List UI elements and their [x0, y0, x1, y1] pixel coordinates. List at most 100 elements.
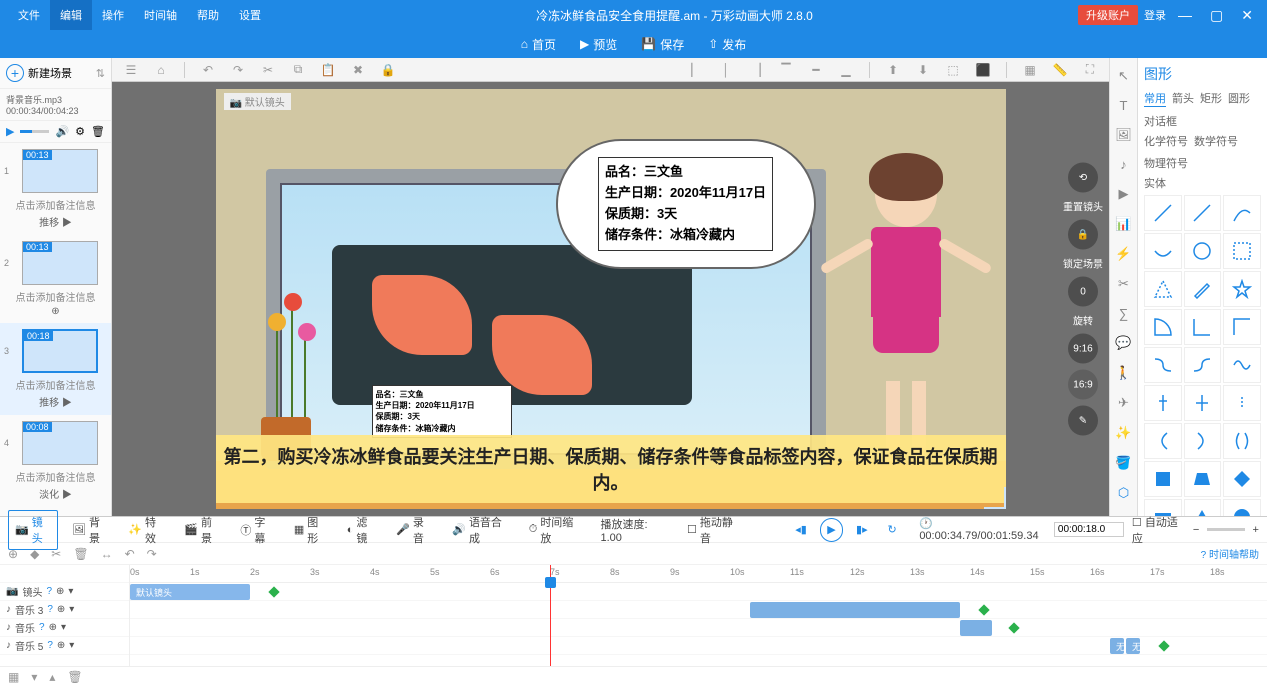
shape-quarter[interactable] — [1144, 309, 1182, 345]
preview-button[interactable]: ▶ 预览 — [580, 36, 617, 53]
shape-pencil[interactable] — [1184, 271, 1222, 307]
tl-split-icon[interactable]: ✂ — [51, 547, 61, 561]
effect-tool-icon[interactable]: ✨ — [1115, 425, 1131, 441]
transition-4[interactable]: 淡化 ▶ — [6, 486, 105, 501]
transition-3[interactable]: 推移 ▶ — [6, 394, 105, 409]
edit-button[interactable]: ✎ — [1068, 406, 1098, 436]
timeline-help[interactable]: ? 时间轴帮助 — [1201, 546, 1259, 561]
align-left-icon[interactable]: ▏ — [689, 63, 703, 77]
tl-key-icon[interactable]: ◆ — [30, 547, 39, 561]
tl-redo-icon[interactable]: ↷ — [147, 547, 157, 561]
tab-math[interactable]: 数学符号 — [1194, 133, 1238, 149]
tab-chem[interactable]: 化学符号 — [1144, 133, 1188, 149]
paste-icon[interactable]: 📋 — [321, 63, 335, 77]
rotation-badge[interactable]: 0 — [1068, 277, 1098, 307]
time-input[interactable] — [1054, 522, 1124, 537]
fullscreen-icon[interactable]: ⛶ — [1083, 63, 1097, 77]
foot-del[interactable]: 🗑 — [67, 670, 82, 684]
camera-clip[interactable]: 默认镜头 — [130, 584, 250, 600]
tl-add-icon[interactable]: ⊕ — [8, 547, 18, 561]
shape-arc[interactable] — [1223, 195, 1261, 231]
shape-s-curve[interactable] — [1144, 347, 1182, 383]
ungroup-icon[interactable]: ⬛ — [976, 63, 990, 77]
shape-dash[interactable] — [1223, 385, 1261, 421]
shape-wave[interactable] — [1223, 347, 1261, 383]
ratio-button-16-9[interactable]: 16:9 — [1068, 370, 1098, 400]
shape-square-fill[interactable] — [1144, 461, 1182, 497]
tab-common[interactable]: 常用 — [1144, 90, 1166, 107]
next-frame-button[interactable]: ▮▸ — [851, 518, 873, 542]
align-bottom-icon[interactable]: ▁ — [839, 63, 853, 77]
swf-tool-icon[interactable]: ⚡ — [1115, 246, 1131, 262]
prev-frame-button[interactable]: ◂▮ — [790, 518, 812, 542]
track-a3-lane[interactable] — [130, 601, 1267, 619]
callout-tool-icon[interactable]: 💬 — [1115, 335, 1131, 351]
lock-scene-button[interactable]: 🔒 — [1068, 220, 1098, 250]
publish-button[interactable]: ⇧ 发布 — [708, 36, 746, 53]
shape-rect-dotted[interactable] — [1223, 233, 1261, 269]
tl-del-icon[interactable]: 🗑 — [73, 547, 88, 561]
lock-icon[interactable]: 🔒 — [381, 63, 395, 77]
login-button[interactable]: 登录 — [1144, 7, 1166, 23]
ratio-button-9-16[interactable]: 9:16 — [1068, 334, 1098, 364]
delete-icon[interactable]: ✖ — [351, 63, 365, 77]
zoom-in-button[interactable]: + — [1253, 524, 1259, 536]
shape-line-2[interactable] — [1184, 195, 1222, 231]
image-tool-icon[interactable]: 🖼 — [1115, 127, 1132, 143]
foot-down[interactable]: ▾ — [31, 670, 37, 684]
loop-button[interactable]: ↻ — [881, 518, 903, 542]
tl-undo-icon[interactable]: ↶ — [125, 547, 135, 561]
tab-phys[interactable]: 物理符号 — [1144, 155, 1188, 171]
menu-file[interactable]: 文件 — [8, 0, 50, 30]
cut-icon[interactable]: ✂ — [261, 63, 275, 77]
audio-clip-5a[interactable]: 无 — [1110, 638, 1124, 654]
menu-timeline[interactable]: 时间轴 — [134, 0, 187, 30]
list-icon[interactable]: ☰ — [124, 63, 138, 77]
ruler-icon[interactable]: 📏 — [1053, 63, 1067, 77]
scene-thumb-2[interactable]: 2 00:13 点击添加备注信息 ⊕ — [0, 235, 111, 323]
fill-tool-icon[interactable]: 🪣 — [1115, 455, 1131, 471]
scene-thumb-3[interactable]: 3 00:18 点击添加备注信息 推移 ▶ — [0, 323, 111, 415]
shape-corner-2[interactable] — [1223, 309, 1261, 345]
shape-corner[interactable] — [1184, 309, 1222, 345]
scissors-tool-icon[interactable]: ✂ — [1118, 276, 1129, 292]
zoom-slider[interactable] — [1207, 528, 1244, 531]
shape-line[interactable] — [1144, 195, 1182, 231]
group-icon[interactable]: ⬚ — [946, 63, 960, 77]
foot-up[interactable]: ▴ — [49, 670, 55, 684]
shape-circle[interactable] — [1184, 233, 1222, 269]
foot-add[interactable]: ▦ — [8, 670, 19, 684]
shape-s-curve-2[interactable] — [1184, 347, 1222, 383]
shape-circle-fill[interactable] — [1223, 499, 1261, 516]
tab-rect[interactable]: 矩形 — [1200, 90, 1222, 107]
bgm-slider[interactable] — [20, 130, 49, 133]
menu-settings[interactable]: 设置 — [229, 0, 271, 30]
shape-triangle-dotted[interactable] — [1144, 271, 1182, 307]
copy-icon[interactable]: ⧉ — [291, 63, 305, 77]
audio-clip-1[interactable] — [960, 620, 992, 636]
transition-1[interactable]: 推移 ▶ — [6, 214, 105, 229]
shape-triangle-fill[interactable] — [1184, 499, 1222, 516]
tab-arrow[interactable]: 箭头 — [1172, 90, 1194, 107]
add-transition-2[interactable]: ⊕ — [6, 306, 105, 317]
upgrade-button[interactable]: 升级账户 — [1078, 5, 1138, 25]
speed-label[interactable]: 播放速度: 1.00 — [594, 513, 673, 547]
plane-tool-icon[interactable]: ✈ — [1118, 395, 1129, 411]
tab-dialog[interactable]: 对话框 — [1144, 113, 1177, 129]
play-button[interactable]: ▶ — [820, 518, 842, 542]
send-back-icon[interactable]: ⬇ — [916, 63, 930, 77]
track-camera-lane[interactable]: 默认镜头 — [130, 583, 1267, 601]
shape-paren-r[interactable] — [1184, 423, 1222, 459]
bring-front-icon[interactable]: ⬆ — [886, 63, 900, 77]
tab-circle[interactable]: 圆形 — [1228, 90, 1250, 107]
shape-tool-icon[interactable]: ⬡ — [1118, 485, 1129, 501]
new-scene-button[interactable]: + 新建场景 ⇅ — [0, 58, 111, 89]
shape-trap-fill[interactable] — [1184, 461, 1222, 497]
shape-cross-1[interactable] — [1144, 385, 1182, 421]
autofit-check[interactable]: ☐ 自动适应 — [1132, 514, 1185, 546]
canvas-stage[interactable]: 📷 默认镜头 品名：三文鱼生产日期：2020年11月17日保质期：3天储存条件：… — [216, 89, 1006, 509]
tl-expand-icon[interactable]: ↔ — [101, 547, 113, 561]
sort-icon[interactable]: ⇅ — [96, 67, 105, 80]
shape-star-line[interactable] — [1223, 271, 1261, 307]
scene-thumb-4[interactable]: 4 00:08 点击添加备注信息 淡化 ▶ — [0, 415, 111, 507]
